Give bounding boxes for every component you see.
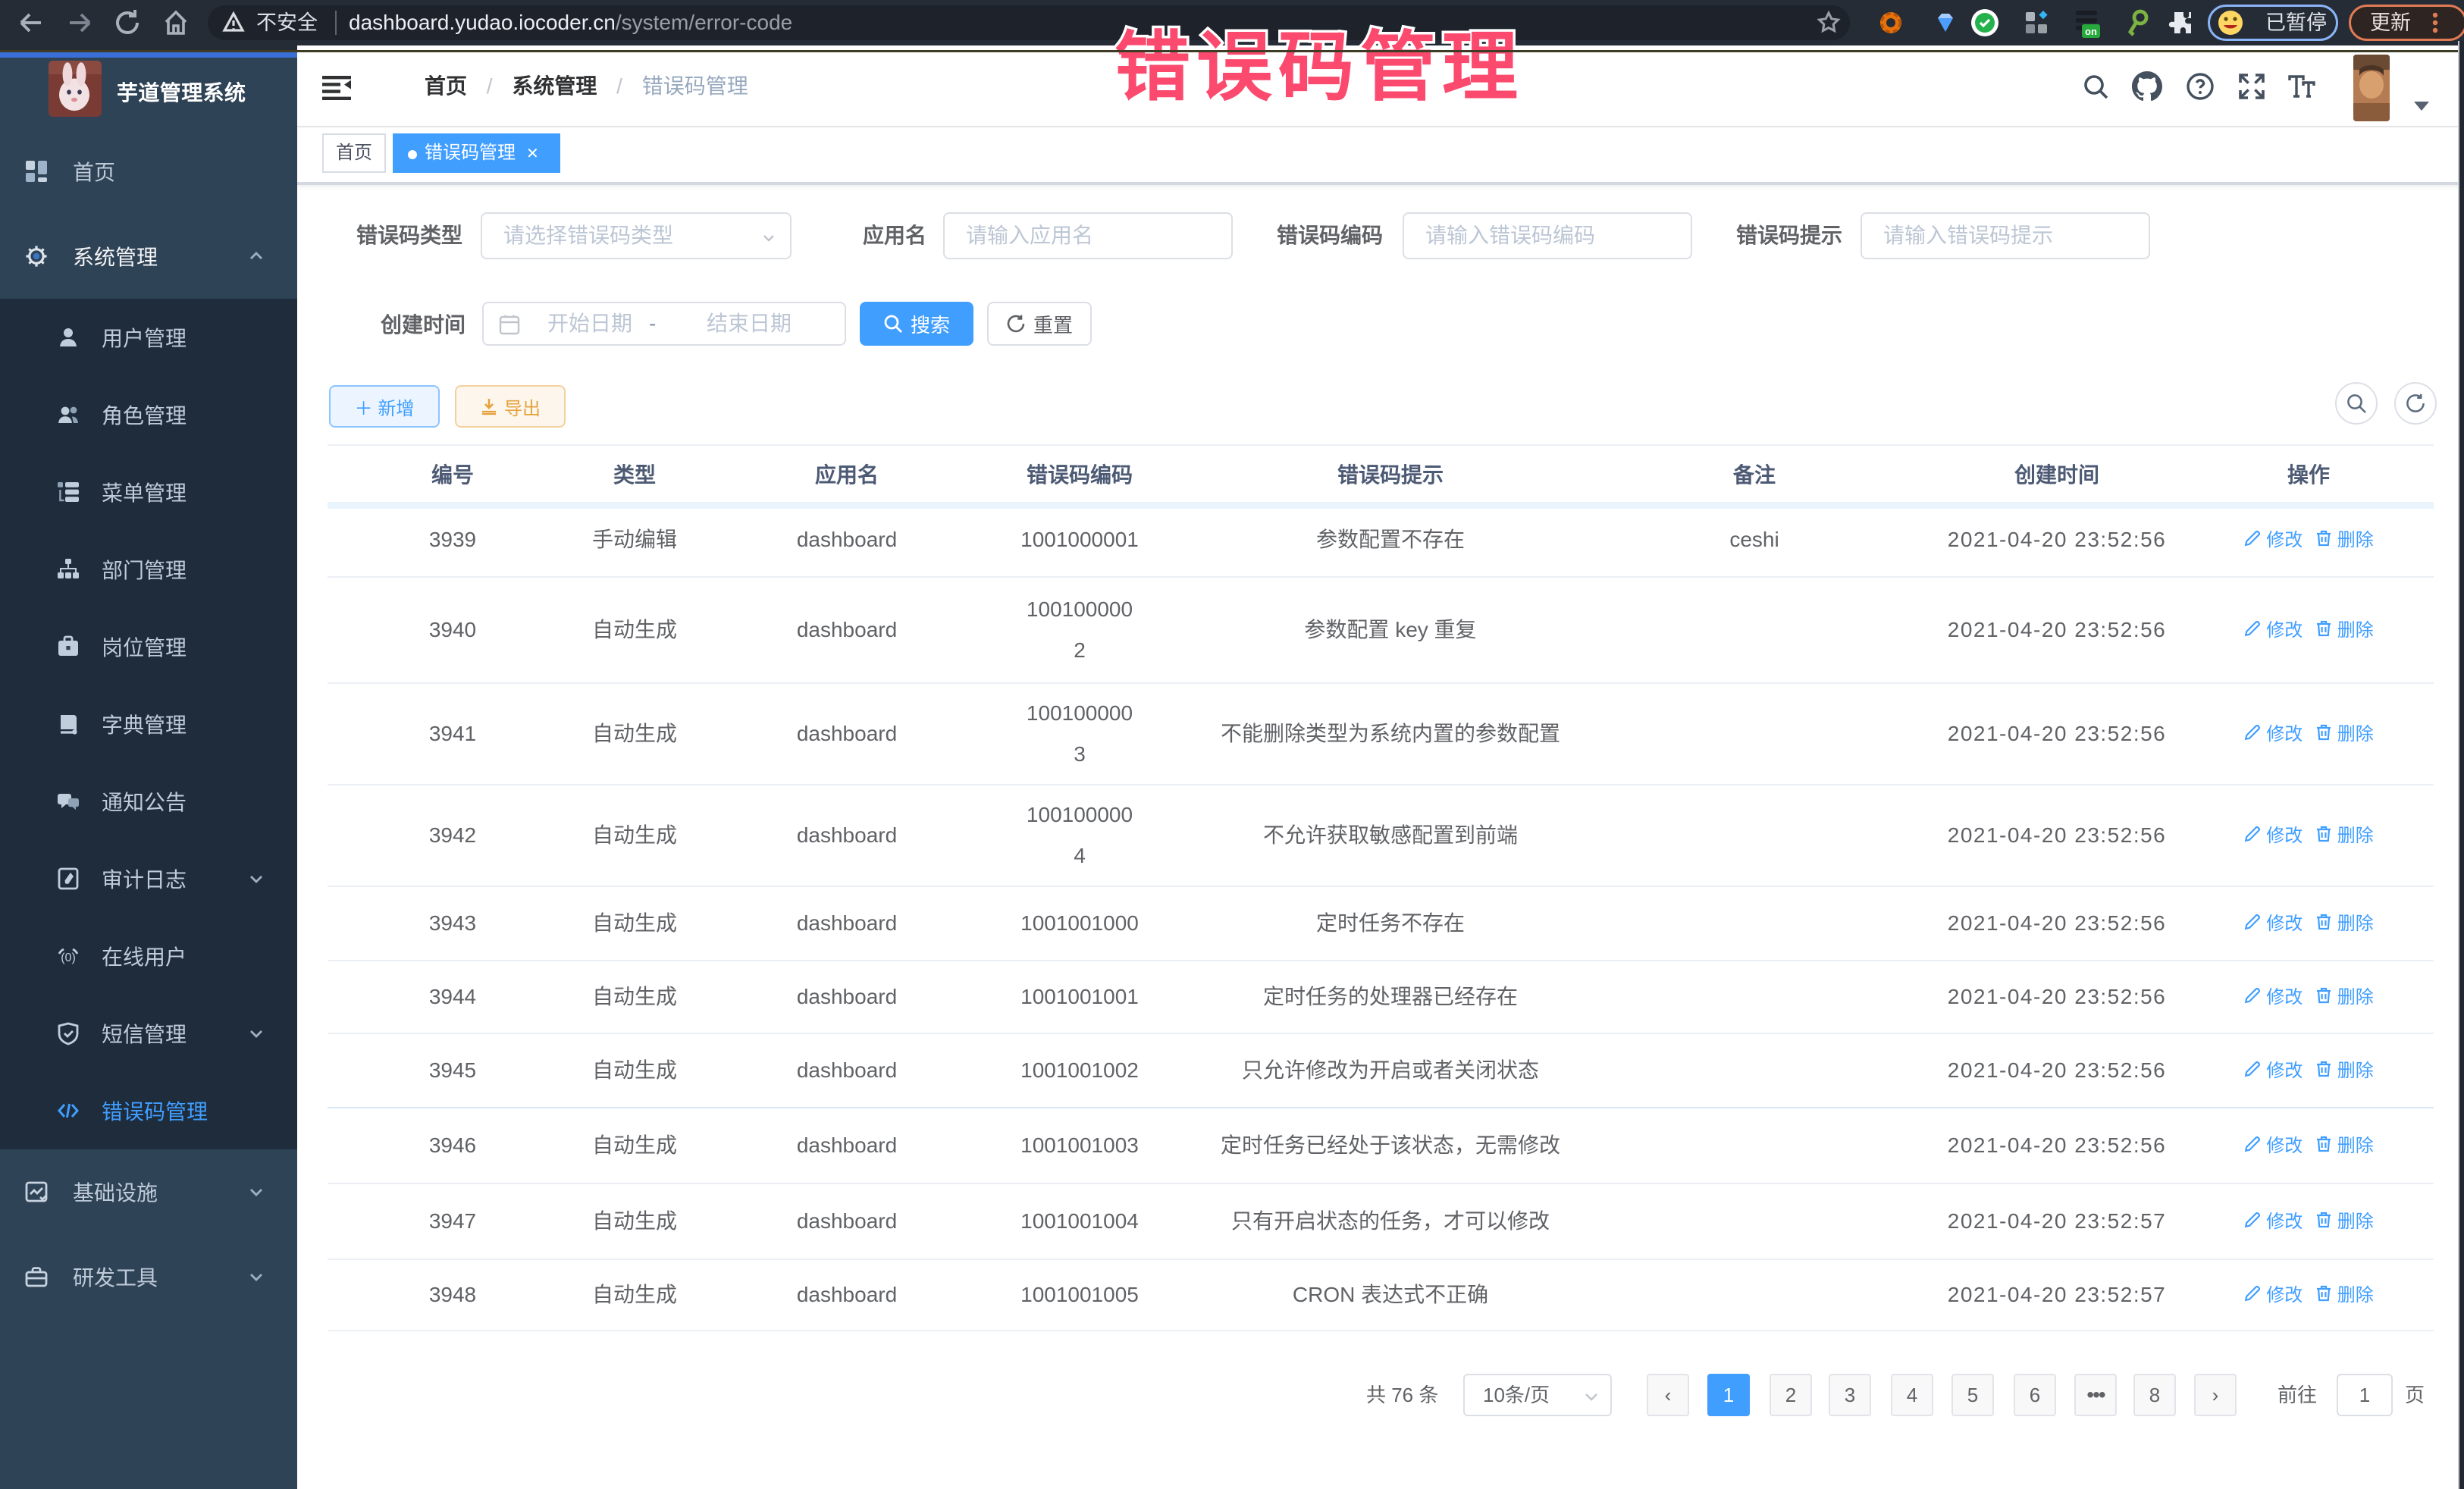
svg-text:on: on <box>2085 26 2097 37</box>
svg-text:(0): (0) <box>61 951 76 964</box>
